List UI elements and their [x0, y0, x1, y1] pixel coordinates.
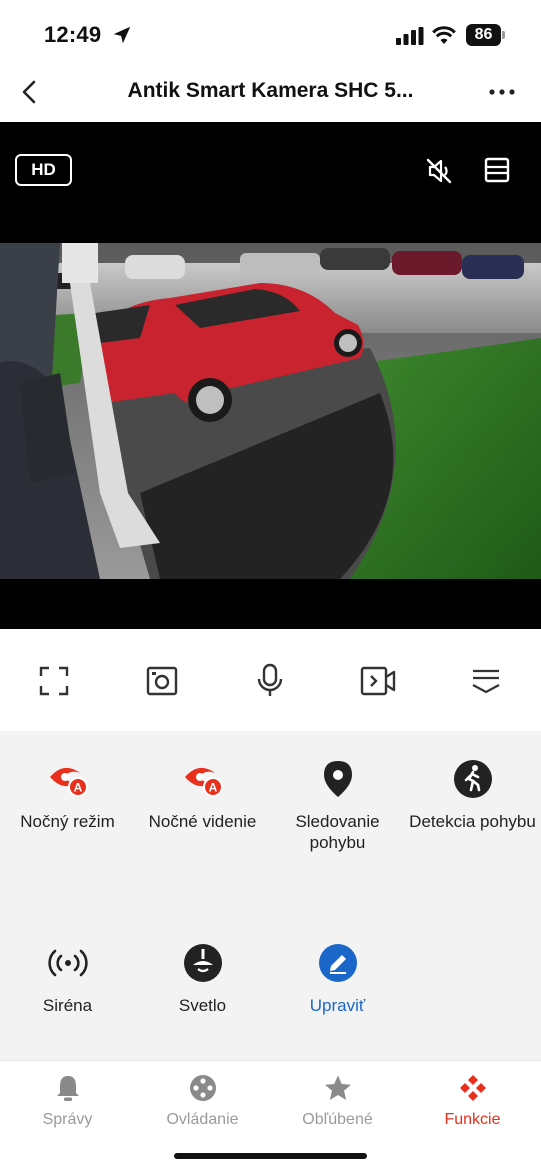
- more-options-button[interactable]: [484, 78, 520, 106]
- fullscreen-icon: [39, 666, 69, 696]
- wifi-icon: [432, 26, 456, 44]
- function-label: Svetlo: [178, 996, 227, 1015]
- layout-toggle-icon[interactable]: [482, 155, 512, 185]
- status-time: 12:49: [44, 22, 102, 47]
- function-label: Siréna: [42, 996, 93, 1015]
- function-label: Detekcia pohybu: [409, 812, 536, 831]
- tab-label: Ovládanie: [166, 1111, 239, 1128]
- tab-functions[interactable]: Funkcie: [405, 1073, 540, 1129]
- microphone-icon: [257, 663, 283, 696]
- light-icon: [181, 941, 225, 985]
- function-label: Sledovanie pohybu: [295, 812, 380, 852]
- function-label: Upraviť: [309, 996, 366, 1015]
- battery-level: 86: [466, 24, 501, 46]
- video-record-icon: [360, 666, 396, 696]
- function-label: Nočný režim: [20, 812, 115, 831]
- svg-text:A: A: [73, 781, 82, 795]
- tab-label: Funkcie: [444, 1111, 501, 1128]
- tab-favorites[interactable]: Obľúbené: [270, 1073, 405, 1129]
- more-dots-icon: [489, 89, 515, 95]
- speaker-muted-icon[interactable]: [424, 156, 454, 186]
- svg-text:A: A: [208, 781, 217, 795]
- function-edit[interactable]: Upraviť: [270, 941, 405, 1016]
- walking-person-icon: [451, 757, 495, 801]
- tab-control[interactable]: Ovládanie: [135, 1073, 270, 1129]
- back-button[interactable]: [14, 76, 46, 108]
- battery-cap: [502, 31, 505, 39]
- video-player[interactable]: HD: [0, 122, 541, 629]
- function-night-vision[interactable]: A Nočné videnie: [135, 757, 270, 832]
- microphone-button[interactable]: [250, 661, 290, 701]
- fullscreen-button[interactable]: [34, 661, 74, 701]
- function-label: Nočné videnie: [148, 812, 257, 831]
- camera-feed-image: [0, 243, 541, 579]
- more-controls-button[interactable]: [466, 661, 506, 701]
- edit-icon: [316, 941, 360, 985]
- night-vision-auto-icon: A: [181, 757, 225, 801]
- function-siren[interactable]: Siréna: [0, 941, 135, 1016]
- snapshot-button[interactable]: [142, 661, 182, 701]
- location-arrow-icon: [113, 26, 131, 44]
- cellular-signal-icon: [396, 27, 424, 45]
- star-icon: [323, 1073, 353, 1103]
- home-indicator: [174, 1153, 367, 1159]
- siren-icon: [46, 941, 90, 985]
- camera-snapshot-icon: [146, 666, 178, 696]
- battery-indicator: 86: [466, 24, 506, 46]
- chevron-down-icon: [472, 669, 500, 694]
- tab-bar: Správy Ovládanie Obľúbené Funkcie: [0, 1060, 541, 1170]
- tab-label: Obľúbené: [302, 1111, 373, 1128]
- nav-bar: Antik Smart Kamera SHC 5...: [0, 70, 541, 122]
- function-motion-tracking[interactable]: Sledovanie pohybu: [270, 757, 405, 853]
- location-pin-icon: [316, 757, 360, 801]
- control-icon: [188, 1073, 218, 1103]
- night-mode-auto-icon: A: [46, 757, 90, 801]
- chevron-left-icon: [22, 80, 36, 104]
- function-night-mode[interactable]: A Nočný režim: [0, 757, 135, 832]
- bell-icon: [53, 1073, 83, 1103]
- tab-messages[interactable]: Správy: [0, 1073, 135, 1129]
- status-bar: 12:49 86: [0, 0, 541, 70]
- functions-panel: A Nočný režim A Nočné videnie Sledovanie…: [0, 731, 541, 1060]
- functions-icon: [458, 1073, 488, 1103]
- function-motion-detection[interactable]: Detekcia pohybu: [405, 757, 540, 832]
- camera-controls-bar: [0, 629, 541, 731]
- hd-quality-toggle[interactable]: HD: [15, 154, 72, 186]
- page-title: Antik Smart Kamera SHC 5...: [127, 79, 414, 102]
- record-button[interactable]: [358, 661, 398, 701]
- tab-label: Správy: [42, 1111, 93, 1128]
- function-light[interactable]: Svetlo: [135, 941, 270, 1016]
